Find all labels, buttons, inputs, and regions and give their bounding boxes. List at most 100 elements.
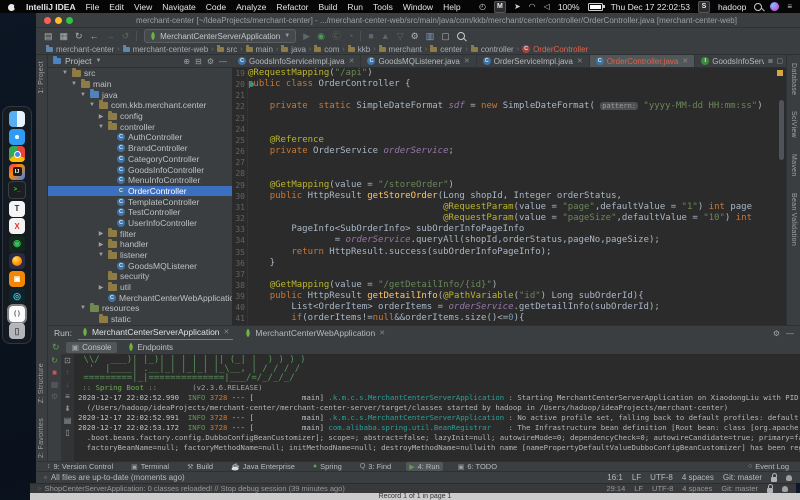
tree-arrow-icon[interactable]: ▼ [97,124,105,130]
typora-icon[interactable]: T [9,201,25,217]
tree-item-menuinfocontroller[interactable]: CMenuInfoController [48,175,232,186]
tree-item-com-kkb-merchant-center[interactable]: ▼com.kkb.merchant.center [48,100,232,111]
gradle-icon[interactable]: ▽ [397,32,404,41]
forward-icon[interactable]: → [106,32,115,41]
tree-item-static[interactable]: static [48,314,232,325]
settings-icon[interactable]: ⚙ [207,57,214,66]
breadcrumb-item-main[interactable]: main [246,45,273,54]
code-app-icon[interactable]: ( ) [9,306,25,322]
breadcrumb-item-com[interactable]: com [314,45,339,54]
editor-tab[interactable]: COrderServiceImpl.java✕ [477,55,590,67]
green-badge-app-icon[interactable]: ◉ [9,236,25,252]
tree-item-security[interactable]: security [48,271,232,282]
menu-item-view[interactable]: View [134,2,152,12]
firefox-icon[interactable] [9,253,25,269]
readonly-lock-icon[interactable] [767,488,773,493]
tree-item-main[interactable]: ▼main [48,79,232,90]
menu-item-edit[interactable]: Edit [109,2,124,12]
stop-icon[interactable]: ■ [52,369,57,377]
trash-icon[interactable]: ▯ [9,323,25,339]
collapse-all-icon[interactable]: ⊟ [195,57,202,66]
menu-item-build[interactable]: Build [319,2,338,12]
tree-item-java[interactable]: ▼java [48,89,232,100]
ime-badge-icon[interactable]: ◴ [479,2,486,11]
settings-icon[interactable]: ⚙ [51,393,58,401]
menu-bar-user[interactable]: hadoop [718,2,746,12]
close-window-button[interactable] [44,17,51,24]
toolwindow-button-6-todo[interactable]: ▣6: TODO [455,462,500,471]
up-icon[interactable]: ↑ [66,369,70,377]
close-tab-icon[interactable]: ✕ [682,57,688,65]
readonly-lock-icon[interactable] [771,477,777,482]
battery-icon[interactable] [588,3,603,11]
tree-arrow-icon[interactable]: ▶ [97,230,105,237]
menu-item-navigate[interactable]: Navigate [162,2,196,12]
search-everywhere-icon[interactable] [457,32,465,40]
toolwindow-stripe--project[interactable]: 1: Project [38,61,45,94]
breadcrumb-item-merchant-center[interactable]: merchant-center [46,45,114,54]
hide-tabs-icon[interactable]: ≣ [768,57,774,65]
memory-badge-icon[interactable]: M [494,1,506,13]
print-icon[interactable]: ▤ [64,417,72,425]
dump-icon[interactable]: ▦ [51,381,59,389]
event-log-button[interactable]: ○ Event Log [745,462,792,471]
subtab-console[interactable]: ▣Console [66,342,118,353]
menu-item-code[interactable]: Code [206,2,226,12]
close-tab-icon[interactable]: ✕ [464,57,470,65]
close-tab-icon[interactable]: ✕ [379,329,385,337]
window-icon[interactable]: ▢ [441,32,450,41]
hide-icon[interactable]: — [219,57,227,66]
tree-arrow-icon[interactable]: ▶ [97,284,105,291]
toolwindow-stripe-z-structure[interactable]: Z: Structure [38,363,45,403]
siri-icon[interactable] [770,2,779,11]
editor-tab[interactable]: COrderController.java✕ [590,55,695,67]
tree-item-config[interactable]: ▶config [48,111,232,122]
toolwindow-button-java-enterprise[interactable]: ☕Java Enterprise [228,462,298,471]
run-configuration-select[interactable]: MerchantCenterServerApplication ▼ [144,29,296,43]
menu-item-intellij-idea[interactable]: IntelliJ IDEA [26,2,76,12]
notifications-icon[interactable] [782,486,788,492]
menu-item-help[interactable]: Help [443,2,460,12]
tree-item-goodsmqlistener[interactable]: CGoodsMQListener [48,260,232,271]
split-editor-icon[interactable]: ▢ [776,57,783,65]
tree-item-categorycontroller[interactable]: CCategoryController [48,154,232,165]
breadcrumb-item-center[interactable]: center [430,45,462,54]
menu-bar-clock[interactable]: Thu Dec 17 22:02:53 [611,2,690,12]
breadcrumb-item-controller[interactable]: controller [471,45,514,54]
status-segment-4-spaces[interactable]: 4 spaces [682,473,714,482]
apple-icon[interactable] [8,3,16,11]
rerun-icon[interactable]: ↻ [52,342,60,353]
coverage-icon[interactable]: Ⓒ [332,32,341,41]
locate-icon[interactable]: ⊕ [183,57,190,66]
down-icon[interactable]: ↓ [66,381,70,389]
toolwindow-button-build[interactable]: ⚒Build [184,462,216,471]
toolwindow-button-3-find[interactable]: Q3: Find [357,462,394,471]
toolwindow-button-4-run[interactable]: ▶4: Run [406,462,443,471]
status-segment-29-14[interactable]: 29:14 [606,484,625,493]
scroll-end-icon[interactable]: ⇟ [64,405,71,413]
diagram-app-icon[interactable]: ▣ [9,271,25,287]
tree-arrow-icon[interactable]: ▼ [88,102,96,108]
tree-item-brandcontroller[interactable]: CBrandController [48,143,232,154]
jump-icon[interactable]: ⊡ [64,357,71,365]
status-segment-lf[interactable]: LF [632,473,641,482]
background-tasks-icon[interactable]: ▫ [44,473,47,482]
breadcrumb-item-merchant-center-web[interactable]: merchant-center-web [123,45,209,54]
tree-item-listener[interactable]: ▼listener [48,250,232,261]
tree-arrow-icon[interactable]: ▼ [97,252,105,258]
toolwindow-stripe-maven[interactable]: Maven [790,154,797,177]
project-structure-icon[interactable]: ▥ [426,32,435,41]
menu-item-tools[interactable]: Tools [373,2,393,12]
editor-scrollbar[interactable] [779,100,784,160]
breadcrumb-item-kkb[interactable]: kkb [348,45,370,54]
run-tab[interactable]: MerchantCenterWebApplication✕ [241,326,389,340]
menu-item-refactor[interactable]: Refactor [276,2,308,12]
tree-arrow-icon[interactable]: ▼ [79,305,87,311]
finder-icon[interactable] [9,111,25,127]
back-icon[interactable]: ← [90,32,99,41]
tree-arrow-icon[interactable]: ▶ [97,113,105,120]
tree-arrow-icon[interactable]: ▶ [97,241,105,248]
menu-item-run[interactable]: Run [347,2,363,12]
terminal-icon[interactable]: >_ [8,181,26,199]
wrench-icon[interactable]: ⚙ [411,32,419,41]
